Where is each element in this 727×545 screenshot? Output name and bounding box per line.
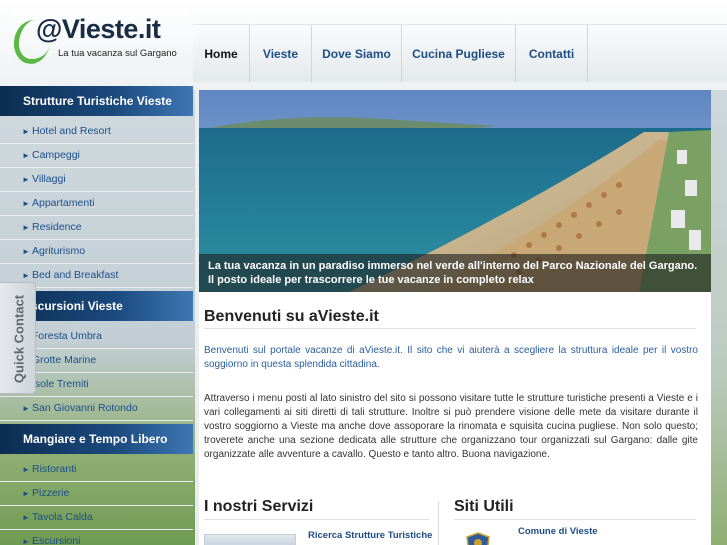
sidebar-item-label: San Giovanni Rotondo <box>32 402 138 414</box>
sidebar-item-label: Campeggi <box>32 149 80 161</box>
sidebar-heading-mangiare: Mangiare e Tempo Libero <box>0 424 193 454</box>
bullet-icon: ► <box>22 537 30 545</box>
bullet-icon: ► <box>22 465 30 474</box>
sidebar-item-label: Escursioni <box>32 535 81 545</box>
sidebar-item-pizzerie[interactable]: ► Pizzerie <box>0 482 193 506</box>
sidebar-list-strutture: ► Hotel and Resort ► Campeggi ► Villaggi ► A… <box>0 120 193 288</box>
main-content: La tua vacanza in un paradiso immerso ne… <box>199 90 711 545</box>
service-thumbnail[interactable] <box>204 534 296 545</box>
sidebar-item-label: Foresta Umbra <box>32 330 103 342</box>
sidebar-item-label: Bed and Breakfast <box>32 269 119 281</box>
quick-contact-tab[interactable]: Quick Contact <box>0 282 36 394</box>
sidebar-item-appartamenti[interactable]: ► Appartamenti <box>0 192 193 216</box>
nav-cucina-pugliese[interactable]: Cucina Pugliese <box>402 25 516 82</box>
site-logo[interactable]: @Vieste.it La tua vacanza sul Gargano <box>10 8 195 67</box>
services-divider <box>204 519 430 520</box>
bullet-icon: ► <box>22 223 30 232</box>
hero-caption: La tua vacanza in un paradiso immerso ne… <box>199 254 711 292</box>
nav-vieste[interactable]: Vieste <box>250 25 312 82</box>
sidebar-item-tavola-calda[interactable]: ► Tavola Calda <box>0 506 193 530</box>
comune-emblem-icon <box>466 532 490 545</box>
sidebar-item-label: Agriturismo <box>32 245 86 257</box>
nav-dove-siamo[interactable]: Dove Siamo <box>312 25 402 82</box>
sidebar-item-label: Grotte Marine <box>32 354 97 366</box>
nav-home[interactable]: Home <box>193 25 250 82</box>
hero-banner: La tua vacanza in un paradiso immerso ne… <box>199 90 711 292</box>
sidebar-item-ristoranti[interactable]: ► Ristoranti <box>0 458 193 482</box>
sidebar-item-hotel-resort[interactable]: ► Hotel and Resort <box>0 120 193 144</box>
bullet-icon: ► <box>22 199 30 208</box>
sidebar-item-label: Villaggi <box>32 173 66 185</box>
sidebar-heading-strutture: Strutture Turistiche Vieste <box>0 86 193 116</box>
sidebar-item-label: Appartamenti <box>32 197 95 209</box>
bullet-icon: ► <box>22 127 30 136</box>
bullet-icon: ► <box>22 151 30 160</box>
top-navigation: Home Vieste Dove Siamo Cucina Pugliese C… <box>193 24 727 82</box>
right-edge-background <box>711 90 727 545</box>
sidebar-item-label: Isole Tremiti <box>32 378 89 390</box>
sidebar-list-mangiare: ► Ristoranti ► Pizzerie ► Tavola Calda ► Esc… <box>0 458 193 545</box>
bullet-icon: ► <box>22 489 30 498</box>
nav-contatti[interactable]: Contatti <box>516 25 588 82</box>
sidebar-item-label: Pizzerie <box>32 487 70 499</box>
utils-title: Siti Utili <box>454 498 514 515</box>
quick-contact-label: Quick Contact <box>11 294 27 384</box>
sidebar-item-san-giovanni-rotondo[interactable]: ► San Giovanni Rotondo <box>0 397 193 421</box>
column-divider <box>438 501 439 545</box>
sidebar-item-label: Tavola Calda <box>32 511 93 523</box>
sidebar-item-agriturismo[interactable]: ► Agriturismo <box>0 240 193 264</box>
comune-vieste-link[interactable]: Comune di Vieste <box>518 526 598 537</box>
intro-text: Benvenuti sul portale vacanze di aVieste… <box>204 345 698 370</box>
body-text: Attraverso i menu posti al lato sinistro… <box>204 393 698 460</box>
logo-tagline: La tua vacanza sul Gargano <box>58 48 177 59</box>
sidebar-item-campeggi[interactable]: ► Campeggi <box>0 144 193 168</box>
sidebar-item-label: Hotel and Resort <box>32 125 111 137</box>
bullet-icon: ► <box>22 175 30 184</box>
sidebar-item-residence[interactable]: ► Residence <box>0 216 193 240</box>
bullet-icon: ► <box>22 404 30 413</box>
services-title: I nostri Servizi <box>204 498 314 515</box>
bullet-icon: ► <box>22 247 30 256</box>
welcome-title: Benvenuti su aVieste.it <box>204 308 379 325</box>
sidebar-item-villaggi[interactable]: ► Villaggi <box>0 168 193 192</box>
utils-divider <box>454 519 696 520</box>
logo-title: @Vieste.it <box>36 14 161 44</box>
bullet-icon: ► <box>22 513 30 522</box>
title-divider <box>204 328 696 329</box>
ricerca-strutture-link[interactable]: Ricerca Strutture Turistiche <box>308 530 432 541</box>
sidebar-item-escursioni[interactable]: ► Escursioni <box>0 530 193 545</box>
sidebar-item-label: Ristoranti <box>32 463 77 475</box>
sidebar-item-label: Residence <box>32 221 82 233</box>
